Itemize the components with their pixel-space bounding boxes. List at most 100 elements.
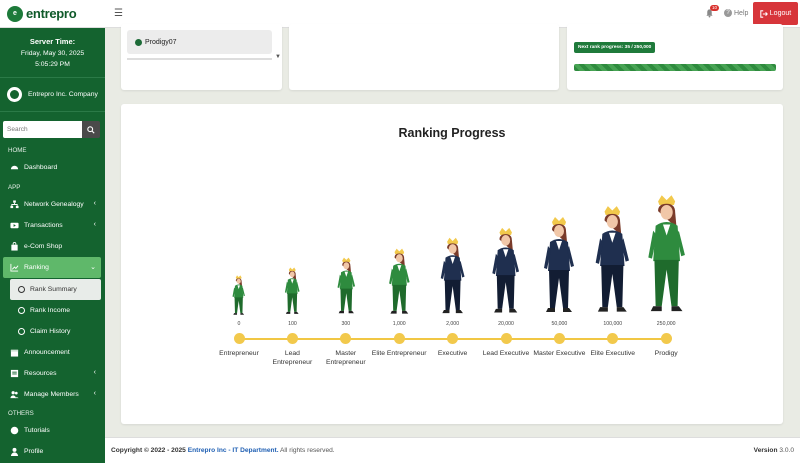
- rank-points: 100: [288, 321, 297, 327]
- rank-name: Master Executive: [533, 350, 586, 357]
- server-time-label: Server Time:: [29, 37, 76, 46]
- version-info: Version 3.0.0: [754, 447, 794, 454]
- sidebar-item-label: Tutorials: [24, 427, 50, 434]
- rank-name: Entrepreneur: [219, 350, 259, 357]
- user-icon: [10, 447, 19, 456]
- rank-figure-8: [589, 205, 636, 316]
- company-panel[interactable]: Entrepro Inc. Company: [0, 78, 105, 112]
- search-icon: [87, 125, 95, 134]
- rank-figure-9: [641, 194, 692, 316]
- rank-dot: [393, 333, 405, 344]
- rank-figure-7: [538, 216, 580, 316]
- sidebar-item-label: e-Com Shop: [24, 243, 63, 250]
- next-rank-progress-bar: [574, 64, 776, 71]
- chevron-down-icon: ⌄: [90, 264, 96, 271]
- ranking-title: Ranking Progress: [398, 126, 506, 140]
- rank-figure-2: [282, 267, 302, 316]
- circle-icon: [18, 307, 25, 314]
- sidebar-item-label: Network Genealogy: [24, 201, 84, 208]
- rights-text: All rights reserved.: [280, 447, 335, 454]
- sidebar-item-ecom-shop[interactable]: e-Com Shop: [0, 236, 105, 257]
- rank-name: Elite Executive: [590, 350, 636, 357]
- sidebar-item-label: Dashboard: [24, 164, 58, 171]
- sidebar-item-dashboard[interactable]: Dashboard: [0, 157, 105, 178]
- next-rank-card: Next rank progress: 35 / 250,000: [567, 24, 783, 90]
- sidebar-item-label: Announcement: [24, 349, 70, 356]
- rank-figure-1: [230, 274, 247, 316]
- sidebar-item-tutorials[interactable]: Tutorials: [0, 420, 105, 441]
- section-home: HOME: [8, 147, 27, 154]
- company-name: Entrepro Inc. Company: [28, 91, 98, 98]
- sidebar-item-label: Manage Members: [24, 391, 79, 398]
- chevron-left-icon: ‹: [93, 369, 96, 376]
- sidebar-item-manage-members[interactable]: Manage Members ‹: [0, 384, 105, 405]
- sidebar-item-label: Resources: [24, 370, 57, 377]
- chart-icon: [10, 263, 19, 272]
- sidebar-item-label: Transactions: [24, 222, 63, 229]
- help-link[interactable]: ? Help: [724, 9, 748, 17]
- rank-name: Elite Entrepreneur: [371, 350, 427, 357]
- rank-dot: [660, 333, 672, 344]
- brand[interactable]: e entrepro: [0, 0, 105, 28]
- company-logo-icon: [7, 87, 22, 102]
- sidebar-item-ranking[interactable]: Ranking ⌄: [3, 257, 101, 278]
- sidebar-item-rank-income[interactable]: Rank Income: [0, 300, 105, 321]
- sidebar-item-label: Ranking: [24, 264, 49, 271]
- logout-button[interactable]: Logout: [753, 2, 798, 25]
- search-input[interactable]: [3, 121, 82, 138]
- tutorials-icon: [10, 426, 19, 435]
- rank-dot: [286, 333, 298, 344]
- rank-name: Master Entrepreneur: [325, 350, 366, 366]
- search-button[interactable]: [82, 121, 100, 138]
- server-time-panel: Server Time: Friday, May 30, 2025 5:05:2…: [0, 28, 105, 78]
- notification-badge: 10: [710, 5, 720, 11]
- sidebar-item-announcement[interactable]: Announcement: [0, 342, 105, 363]
- help-label: Help: [734, 9, 749, 17]
- it-department-link[interactable]: Entrepro Inc - IT Department.: [188, 447, 279, 454]
- version-label: Version: [753, 447, 778, 454]
- rank-figure-3: [334, 257, 359, 316]
- chevron-left-icon: ‹: [93, 200, 96, 207]
- rank-dot: [500, 333, 512, 344]
- chevron-left-icon: ‹: [93, 221, 96, 228]
- sidebar-item-network-genealogy[interactable]: Network Genealogy ‹: [0, 194, 105, 215]
- rank-dot: [233, 333, 245, 344]
- rank-figure-5: [436, 237, 469, 316]
- brand-name: entrepro: [26, 6, 77, 21]
- rank-name: Lead Entrepreneur: [272, 350, 313, 366]
- rank-points: 250,000: [656, 321, 676, 327]
- brand-logo: e: [7, 5, 23, 22]
- sitemap-icon: [10, 200, 19, 209]
- sidebar-item-transactions[interactable]: Transactions ‹: [0, 215, 105, 236]
- copyright-prefix: Copyright © 2022 - 2025: [111, 447, 186, 454]
- rank-points: 50,000: [551, 321, 568, 327]
- sidebar-item-profile[interactable]: Profile: [0, 441, 105, 462]
- server-date: Friday, May 30, 2025: [20, 50, 85, 57]
- next-rank-label: Next rank progress: 35 / 250,000: [574, 42, 656, 53]
- sidebar-item-claim-history[interactable]: Claim History: [0, 321, 105, 342]
- scroll-down-icon[interactable]: ▼: [275, 54, 281, 60]
- circle-icon: [18, 286, 25, 293]
- rank-points: 300: [341, 321, 351, 327]
- footer: Copyright © 2022 - 2025 Entrepro Inc - I…: [105, 437, 800, 463]
- rank-points: 1,000: [392, 321, 406, 327]
- username: Prodigy07: [145, 38, 177, 46]
- rank-figure-4: [385, 248, 414, 316]
- sidebar-item-resources[interactable]: Resources ‹: [0, 363, 105, 384]
- user-card: Prodigy07 ▼: [121, 24, 282, 90]
- rank-name: Lead Executive: [482, 350, 530, 357]
- info-card: [289, 24, 559, 90]
- username-pill[interactable]: Prodigy07: [127, 30, 272, 54]
- horizontal-scrollbar[interactable]: [127, 58, 272, 60]
- menu-toggle-icon[interactable]: ☰: [114, 8, 123, 19]
- rank-name: Prodigy: [654, 350, 678, 357]
- sidebar-item-label: Rank Income: [30, 307, 71, 314]
- dashboard-icon: [10, 163, 19, 172]
- rank-dot: [607, 333, 619, 344]
- sidebar-item-label: Claim History: [30, 328, 71, 335]
- notification-button[interactable]: 10: [705, 5, 720, 18]
- ranking-progress-card: Ranking Progress 0 Entrepreneur 100 Lead En…: [121, 104, 783, 424]
- sidebar-item-rank-summary[interactable]: Rank Summary: [10, 279, 101, 300]
- rank-dot: [447, 333, 459, 344]
- server-time: 5:05:29 PM: [35, 61, 70, 68]
